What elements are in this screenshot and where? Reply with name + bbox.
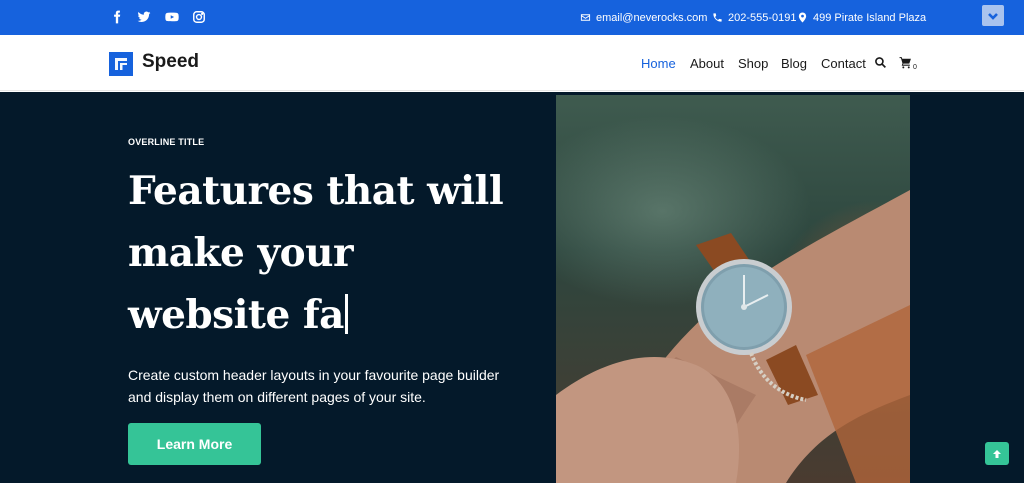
top-bar: email@neverocks.com 202-555-0191 499 Pir… — [0, 0, 1024, 35]
hero-headline: Features that will make your website fa — [128, 160, 528, 346]
logo-icon[interactable] — [109, 52, 133, 76]
nav-item-about[interactable]: About — [690, 56, 724, 71]
chevron-down-icon — [988, 12, 998, 20]
contact-phone[interactable]: 202-555-0191 — [712, 0, 797, 35]
learn-more-button[interactable]: Learn More — [128, 423, 261, 465]
hero-description: Create custom header layouts in your fav… — [128, 367, 500, 405]
hero-watch-image — [556, 95, 910, 483]
scroll-to-top-button[interactable] — [985, 442, 1009, 465]
nav-item-contact[interactable]: Contact — [821, 56, 866, 71]
nav-item-home[interactable]: Home — [641, 56, 676, 71]
headline-line-3: website fa — [128, 284, 528, 346]
typing-cursor — [344, 294, 348, 334]
site-header: Speed Home About Shop Blog Contact 0 — [0, 35, 1024, 91]
cart-icon[interactable] — [899, 56, 913, 70]
phone-icon — [713, 13, 722, 22]
topbar-toggle-button[interactable] — [982, 5, 1004, 26]
headline-line-2: make your — [128, 230, 354, 276]
search-icon[interactable] — [874, 56, 888, 70]
nav-item-shop[interactable]: Shop — [738, 56, 768, 71]
email-text: email@neverocks.com — [596, 11, 708, 24]
phone-text: 202-555-0191 — [728, 11, 797, 24]
contact-address[interactable]: 499 Pirate Island Plaza — [797, 0, 926, 35]
twitter-icon[interactable] — [136, 9, 152, 25]
youtube-icon[interactable] — [163, 9, 181, 25]
cart-count: 0 — [913, 64, 917, 71]
headline-line-3-text: website fa — [128, 292, 344, 338]
contact-email[interactable]: email@neverocks.com — [580, 0, 707, 35]
headline-line-1: Features that will — [128, 168, 504, 214]
hero-section: OVERLINE TITLE Features that will make y… — [0, 92, 1024, 483]
envelope-icon — [580, 14, 591, 21]
map-pin-icon — [798, 12, 807, 23]
arrow-up-icon — [993, 449, 1001, 458]
instagram-icon[interactable] — [191, 9, 207, 25]
facebook-icon[interactable] — [109, 9, 125, 25]
overline-title: OVERLINE TITLE — [128, 137, 205, 147]
logo-text[interactable]: Speed — [142, 51, 199, 73]
address-text: 499 Pirate Island Plaza — [813, 11, 927, 24]
nav-item-blog[interactable]: Blog — [781, 56, 807, 71]
